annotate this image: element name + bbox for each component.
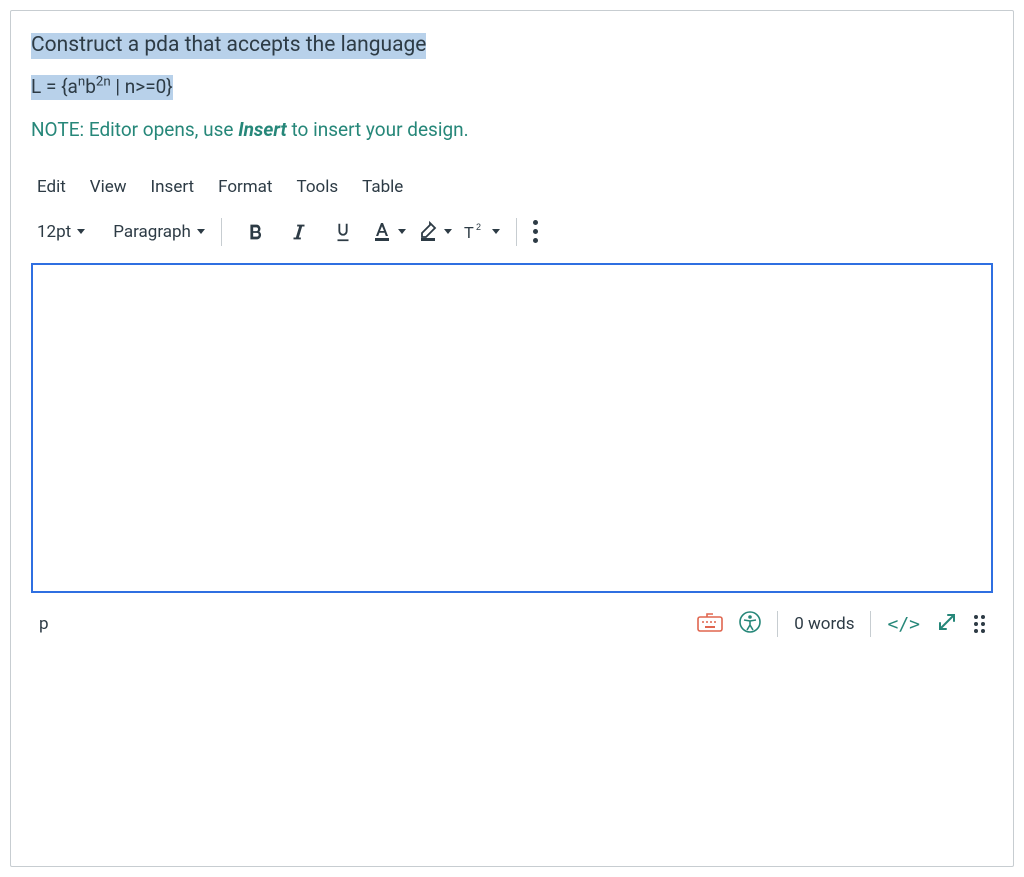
expand-icon — [936, 611, 958, 633]
question-highlight-1: Construct a pda that accepts the languag… — [31, 33, 426, 59]
keyboard-icon — [697, 612, 723, 632]
menu-table[interactable]: Table — [362, 177, 403, 197]
rich-text-editor: Edit View Insert Format Tools Table 12pt… — [31, 171, 993, 642]
formula-mid: b — [85, 75, 96, 98]
italic-icon — [288, 221, 310, 243]
toolbar-separator — [516, 218, 517, 246]
superscript-button[interactable]: T 2 — [462, 221, 500, 243]
chevron-down-icon — [444, 229, 452, 234]
chevron-down-icon — [492, 229, 500, 234]
statusbar-separator — [870, 611, 871, 637]
highlight-color-button[interactable] — [416, 220, 452, 244]
menu-format[interactable]: Format — [218, 177, 272, 197]
toolbar-separator — [221, 218, 222, 246]
block-type-dropdown[interactable]: Paragraph — [113, 222, 205, 242]
word-count[interactable]: 0 words — [794, 614, 854, 634]
note-suffix: to insert your design. — [287, 118, 469, 141]
block-type-label: Paragraph — [113, 222, 191, 242]
menu-edit[interactable]: Edit — [37, 177, 66, 197]
html-view-button[interactable]: </> — [887, 614, 920, 635]
chevron-down-icon — [197, 229, 205, 234]
editor-menubar: Edit View Insert Format Tools Table — [31, 171, 993, 211]
italic-button[interactable] — [282, 215, 316, 249]
chevron-down-icon — [398, 229, 406, 234]
question-highlight-2: L = {anb2n | n>=0} — [31, 75, 173, 100]
text-color-icon — [370, 220, 394, 244]
formula-super-2: 2n — [96, 75, 111, 90]
font-size-label: 12pt — [37, 222, 71, 242]
text-color-button[interactable] — [370, 220, 406, 244]
menu-tools[interactable]: Tools — [297, 177, 339, 197]
svg-text:2: 2 — [476, 222, 481, 232]
svg-text:T: T — [464, 225, 474, 242]
menu-view[interactable]: View — [90, 177, 127, 197]
question-formula: L = {anb2n | n>=0} — [31, 75, 993, 98]
note-insert-word: Insert — [238, 118, 287, 141]
underline-button[interactable] — [326, 215, 360, 249]
superscript-icon: T 2 — [462, 221, 488, 243]
formula-suffix: | n>=0} — [111, 75, 173, 98]
font-size-dropdown[interactable]: 12pt — [37, 222, 85, 242]
accessibility-checker-button[interactable] — [739, 611, 761, 638]
highlight-icon — [416, 220, 440, 244]
accessibility-icon — [739, 611, 761, 633]
statusbar-right: 0 words </> — [697, 611, 985, 638]
resize-handle[interactable] — [974, 615, 985, 633]
note-prefix: NOTE: Editor opens, use — [31, 118, 238, 141]
chevron-down-icon — [77, 229, 85, 234]
fullscreen-button[interactable] — [936, 611, 958, 638]
bold-button[interactable] — [238, 215, 272, 249]
editor-content-area[interactable] — [31, 263, 993, 593]
more-options-button[interactable] — [533, 220, 538, 243]
keyboard-shortcuts-button[interactable] — [697, 612, 723, 637]
editor-statusbar: p — [31, 593, 993, 642]
question-container: Construct a pda that accepts the languag… — [10, 10, 1014, 867]
question-line-1: Construct a pda that accepts the languag… — [31, 29, 993, 63]
underline-icon — [332, 220, 354, 244]
formula-prefix: L = {a — [31, 75, 78, 98]
question-note: NOTE: Editor opens, use Insert to insert… — [31, 118, 993, 141]
statusbar-separator — [777, 611, 778, 637]
bold-icon — [244, 221, 266, 243]
editor-toolbar: 12pt Paragraph — [31, 211, 993, 263]
menu-insert[interactable]: Insert — [151, 177, 195, 197]
element-path[interactable]: p — [39, 614, 49, 634]
